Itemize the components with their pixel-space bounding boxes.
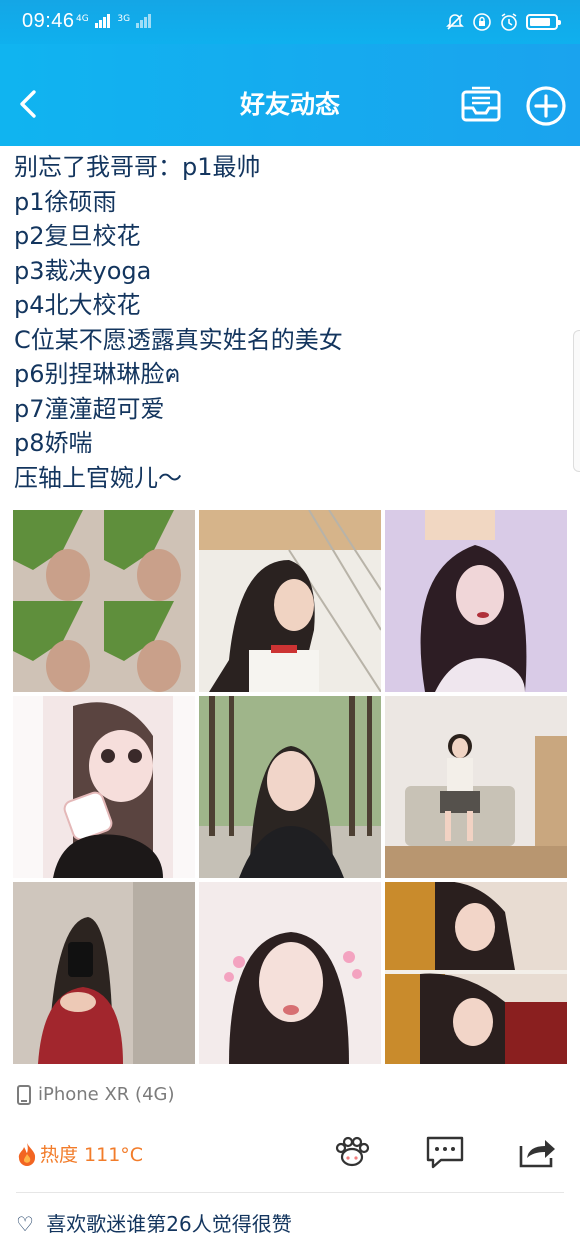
heat-label: 热度 111°C	[40, 1144, 144, 1166]
post-line: p7潼潼超可爱	[14, 394, 165, 423]
comment-icon[interactable]	[425, 1134, 465, 1170]
phone-icon	[17, 1084, 31, 1105]
fire-icon	[18, 1142, 36, 1166]
heat-indicator: 热度 111°C	[16, 1140, 143, 1167]
heart-icon: ♡	[16, 1212, 34, 1236]
signal-indicators: 4G 3G	[76, 14, 152, 28]
add-plus-icon[interactable]	[524, 84, 568, 128]
share-icon[interactable]	[517, 1134, 557, 1170]
bell-muted-icon	[446, 14, 464, 30]
photo-5[interactable]	[199, 696, 381, 878]
device-label: iPhone XR (4G)	[38, 1084, 175, 1105]
scroll-indicator[interactable]	[573, 330, 580, 472]
post-text: 别忘了我哥哥：p1最帅 p1徐硕雨 p2复旦校花 p3裁决yoga p4北大校花…	[14, 150, 574, 495]
clock: 09:46	[22, 10, 75, 32]
post-line: p2复旦校花	[14, 222, 141, 250]
post-line: C位某不愿透露真实姓名的美女	[14, 325, 343, 354]
device-info: iPhone XR (4G)	[16, 1084, 175, 1105]
paw-like-icon[interactable]	[332, 1134, 372, 1170]
like-text: 喜欢歌迷谁第26人觉得很赞	[46, 1212, 292, 1236]
signal-bars-icon	[94, 14, 111, 28]
post-line: p1徐硕雨	[14, 187, 117, 216]
photo-3[interactable]	[385, 510, 567, 692]
battery-icon	[526, 14, 561, 30]
photo-4[interactable]	[13, 696, 195, 878]
lock-rotate-icon	[473, 13, 491, 31]
photo-2[interactable]	[199, 510, 381, 692]
photo-7[interactable]	[13, 882, 195, 1064]
post-line: p8娇喘	[14, 429, 93, 457]
post-line: 别忘了我哥哥：p1最帅	[14, 153, 261, 181]
photo-1[interactable]	[13, 510, 195, 692]
inbox-icon[interactable]	[460, 84, 502, 126]
net1-label: 4G	[76, 14, 89, 24]
signal-bars-2-icon	[135, 14, 152, 28]
app-header: 好友动态	[0, 44, 580, 146]
post-line: p4北大校花	[14, 291, 141, 319]
post-line: p3裁决yoga	[14, 256, 152, 285]
post-line: p6别捏琳琳脸ฅ	[14, 360, 181, 388]
status-bar: 09:46 4G 3G	[0, 0, 580, 44]
photo-6[interactable]	[385, 696, 567, 878]
alarm-icon	[501, 13, 517, 31]
net2-label: 3G	[117, 14, 131, 24]
post-line: 压轴上官婉儿〜	[14, 463, 182, 492]
photo-9[interactable]	[385, 882, 567, 1064]
photo-8[interactable]	[199, 882, 381, 1064]
like-summary[interactable]: ♡ 喜欢歌迷谁第26人觉得很赞	[16, 1208, 576, 1237]
photo-grid	[13, 510, 567, 1064]
battery-fill	[530, 18, 550, 26]
status-icons	[445, 12, 561, 32]
divider	[16, 1192, 564, 1193]
action-bar: 热度 111°C	[0, 1130, 580, 1178]
